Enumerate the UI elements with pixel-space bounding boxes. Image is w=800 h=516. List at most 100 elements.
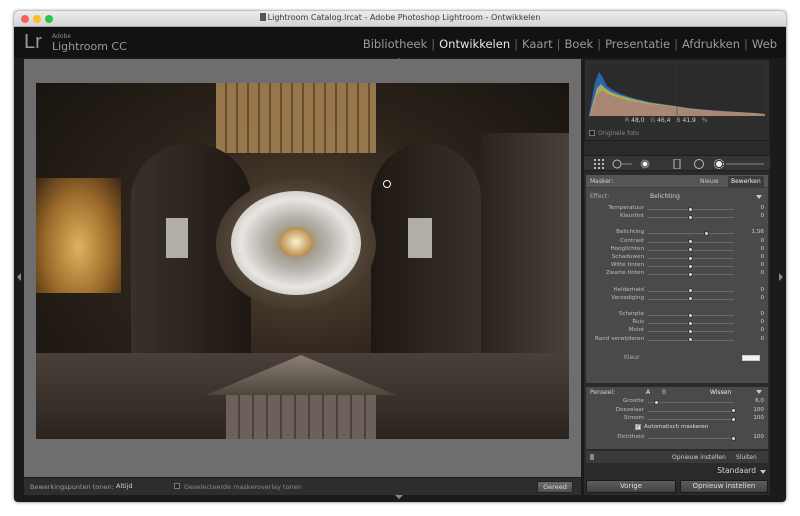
module-presentatie[interactable]: Presentatie [602, 37, 673, 51]
slider-thumb[interactable] [688, 296, 693, 302]
filmstrip-toggle-icon[interactable] [395, 495, 403, 499]
adjustment-pin[interactable] [383, 180, 391, 188]
tool-strip [584, 155, 770, 171]
slider-value[interactable]: 0 [760, 287, 764, 293]
develop-buttons: Vorige Opnieuw instellen [584, 479, 770, 495]
slider-thumb[interactable] [688, 312, 693, 318]
slider-value[interactable]: 0 [760, 254, 764, 260]
slider-label: Contrast [620, 237, 644, 244]
slider-value[interactable]: 0 [760, 336, 764, 342]
slider-value[interactable]: 0 [760, 246, 764, 252]
mask-edit-button[interactable]: Bewerken [728, 176, 764, 187]
brush-b-button[interactable]: B [662, 389, 666, 396]
panel-reset-button[interactable]: Opnieuw instellen [672, 454, 726, 461]
chevron-down-icon[interactable] [760, 470, 766, 474]
slider-label: Hooglichten [610, 245, 644, 252]
previous-button[interactable]: Vorige [586, 480, 676, 493]
slider-label: Grootte [622, 398, 644, 404]
module-kaart[interactable]: Kaart [519, 37, 556, 51]
brush-label: Penseel: [590, 389, 616, 396]
right-panel-toggle-icon[interactable] [779, 273, 783, 281]
panel-switch-icon[interactable] [590, 454, 594, 460]
slider-label: Stroom [623, 415, 644, 421]
left-panel-toggle-icon[interactable] [17, 273, 21, 281]
effect-select[interactable]: Belichting [650, 193, 680, 200]
slider-thumb[interactable] [731, 435, 736, 441]
slider-value[interactable]: 0 [760, 270, 764, 276]
slider-value[interactable]: 0 [760, 262, 764, 268]
module-ontwikkelen[interactable]: Ontwikkelen [436, 37, 513, 51]
color-swatch[interactable] [742, 354, 760, 361]
slider-thumb[interactable] [688, 320, 693, 326]
module-bibliotheek[interactable]: Bibliotheek [360, 37, 430, 51]
slider-value[interactable]: 0 [760, 295, 764, 301]
spot-removal-icon[interactable] [612, 159, 632, 169]
brush-erase-button[interactable]: Wissen [710, 389, 731, 396]
graduated-filter-icon[interactable] [672, 159, 682, 169]
slider-kleurtint: Kleurtint 0 [586, 213, 768, 222]
slider-thumb[interactable] [688, 247, 693, 253]
slider-label: Witte tinten [610, 262, 644, 269]
slider-label: Dichtheid [617, 434, 644, 440]
preset-bar: Standaard [584, 465, 770, 477]
photo-basilica-ceiling[interactable] [36, 83, 569, 439]
slider-value[interactable]: 0 [760, 311, 764, 317]
slider-thumb[interactable] [688, 214, 693, 220]
slider-thumb[interactable] [653, 399, 659, 405]
module-web[interactable]: Web [749, 37, 780, 51]
slider-value[interactable]: 0 [760, 205, 764, 211]
slider-track[interactable] [648, 438, 734, 439]
slider-thumb[interactable] [704, 230, 710, 236]
original-photo-checkbox[interactable] [589, 130, 595, 136]
preset-select[interactable]: Standaard [717, 466, 756, 475]
module-picker: Bibliotheek | Ontwikkelen | Kaart | Boek | Prese… [360, 37, 780, 51]
slider-thumb[interactable] [688, 288, 693, 294]
rgb-readout: R 48,0 G 46,4 B 41,9 % [625, 117, 708, 124]
adjustment-brush-icon[interactable] [714, 159, 764, 169]
slider-thumb[interactable] [688, 263, 693, 269]
slider-thumb[interactable] [731, 416, 736, 422]
slider-value[interactable]: 100 [753, 407, 764, 413]
slider-dichtheid: Dichtheid 100 [586, 434, 768, 443]
slider-track[interactable] [648, 402, 734, 403]
title-bar: Lightroom Catalog.lrcat - Adobe Photosho… [14, 11, 786, 27]
slider-label: Ruis [632, 319, 644, 326]
brush-panel: Penseel: A B Wissen Grootte 6,0 Doezelaar 1… [586, 387, 768, 449]
slider-value[interactable]: 0 [760, 213, 764, 219]
module-boek[interactable]: Boek [562, 37, 597, 51]
photo-canvas[interactable] [24, 59, 581, 477]
slider-label: Belichting [616, 229, 644, 236]
slider-track[interactable] [648, 233, 734, 235]
mask-overlay-checkbox[interactable] [174, 483, 180, 489]
effect-collapse-icon[interactable] [756, 195, 762, 199]
slider-value[interactable]: 1,56 [752, 229, 764, 235]
mask-new-button[interactable]: Nieuw [700, 178, 719, 185]
slider-thumb[interactable] [688, 206, 693, 212]
panel-close-button[interactable]: Sluiten [736, 454, 757, 461]
module-afdrukken[interactable]: Afdrukken [679, 37, 743, 51]
slider-value[interactable]: 0 [760, 238, 764, 244]
reset-all-button[interactable]: Opnieuw instellen [680, 480, 768, 493]
red-eye-icon[interactable] [640, 159, 650, 169]
slider-thumb[interactable] [731, 408, 736, 413]
brush-collapse-icon[interactable] [756, 390, 762, 394]
slider-value[interactable]: 0 [760, 319, 764, 325]
slider-thumb[interactable] [688, 255, 693, 261]
slider-value[interactable]: 100 [753, 434, 764, 440]
slider-thumb[interactable] [688, 337, 693, 343]
brush-a-button[interactable]: A [646, 389, 650, 396]
slider-track[interactable] [648, 419, 734, 420]
slider-thumb[interactable] [688, 271, 693, 277]
done-button[interactable]: Gereed [537, 481, 573, 493]
radial-filter-icon[interactable] [694, 159, 704, 169]
slider-track[interactable] [648, 410, 734, 412]
crop-grid-icon[interactable] [594, 159, 604, 169]
auto-mask-checkbox[interactable]: ✓ [635, 424, 641, 430]
show-pins-select[interactable]: Altijd [116, 482, 133, 490]
slider-value[interactable]: 6,0 [755, 398, 764, 404]
slider-value[interactable]: 100 [753, 415, 764, 421]
slider-thumb[interactable] [688, 239, 693, 245]
slider-thumb[interactable] [688, 328, 693, 334]
slider-value[interactable]: 0 [760, 327, 764, 333]
slider-label: Helderheid [613, 286, 645, 293]
